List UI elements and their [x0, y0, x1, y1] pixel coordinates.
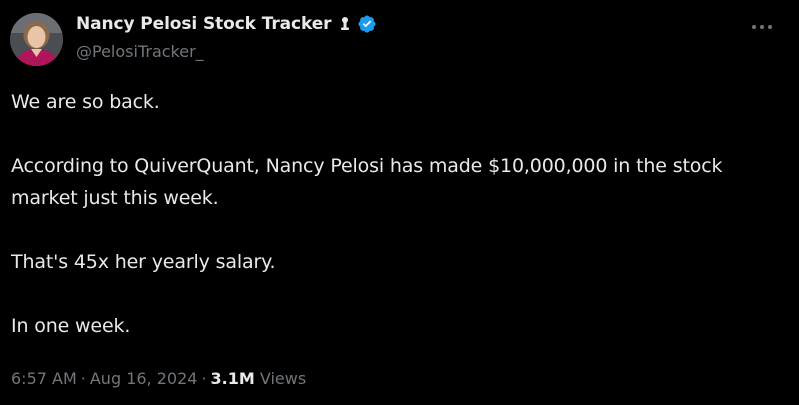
- tweet-paragraph: That's 45x her yearly salary.: [11, 251, 276, 273]
- tweet-time[interactable]: 6:57 AM: [11, 369, 77, 388]
- tweet-text: We are so back. According to QuiverQuant…: [11, 86, 786, 342]
- tweet-date[interactable]: Aug 16, 2024: [90, 369, 198, 388]
- tweet-paragraph: In one week.: [11, 315, 131, 337]
- meta-separator: ·: [201, 369, 207, 388]
- meta-separator: ·: [80, 369, 86, 388]
- more-horizontal-icon: [751, 15, 773, 34]
- verified-badge-icon[interactable]: [357, 14, 377, 34]
- display-name[interactable]: Nancy Pelosi Stock Tracker: [76, 14, 332, 34]
- views-count[interactable]: 3.1M: [211, 369, 255, 388]
- tweet-card: Nancy Pelosi Stock Tracker @PelosiTracke…: [0, 0, 799, 405]
- author-name-row: Nancy Pelosi Stock Tracker: [76, 14, 377, 34]
- more-options-button[interactable]: [748, 14, 776, 34]
- avatar[interactable]: [10, 13, 63, 66]
- person-badge-icon: [338, 16, 352, 32]
- author-handle[interactable]: @PelosiTracker_: [76, 42, 204, 61]
- profile-photo: [10, 13, 63, 66]
- tweet-paragraph: We are so back.: [11, 91, 160, 113]
- views-label: Views: [259, 369, 307, 388]
- tweet-meta: 6:57 AM · Aug 16, 2024 · 3.1M Views: [11, 369, 306, 388]
- tweet-paragraph: According to QuiverQuant, Nancy Pelosi h…: [11, 155, 723, 209]
